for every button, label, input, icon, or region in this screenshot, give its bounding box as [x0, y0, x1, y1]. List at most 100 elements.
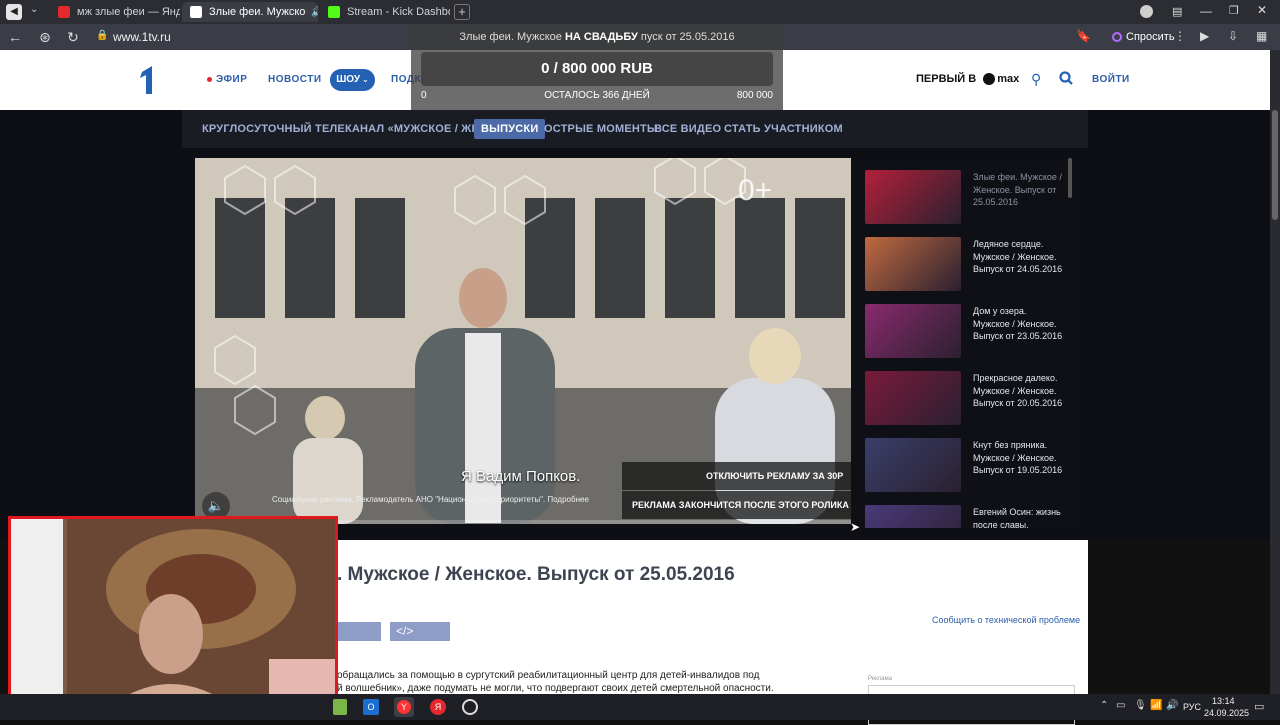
mouse-cursor-icon: ➤: [850, 520, 861, 534]
minimize-button[interactable]: —: [1200, 4, 1212, 18]
ad-ends-notice: РЕКЛАМА ЗАКОНЧИТСЯ ПОСЛЕ ЭТОГО РОЛИКА: [622, 491, 851, 519]
lock-icon: 🔒: [96, 30, 109, 41]
subnav-all-videos[interactable]: ВСЕ ВИДЕО: [654, 123, 721, 135]
episode-title: . Мужское / Женское. Выпуск от 25.05.201…: [337, 564, 735, 585]
show-subnav: КРУГЛОСУТОЧНЫЙ ТЕЛЕКАНАЛ «МУЖСКОЕ / ЖЕНС…: [182, 110, 1088, 148]
playlist-item-title[interactable]: Злые феи. Мужское / Женское. Выпуск от 2…: [973, 171, 1063, 209]
age-rating: 0+: [738, 174, 773, 207]
donation-max: 800 000: [736, 90, 773, 101]
playlist-thumbnail[interactable]: [865, 170, 961, 224]
tray-language[interactable]: РУС: [1183, 702, 1201, 712]
playlist-item-title[interactable]: Евгений Осин: жизнь после славы.: [973, 506, 1063, 528]
reload-icon[interactable]: ↻: [64, 28, 82, 46]
embed-code-button[interactable]: </>: [390, 622, 450, 641]
bookmark-icon[interactable]: 🔖: [1076, 29, 1091, 43]
tray-volume-icon[interactable]: 🔊: [1166, 700, 1178, 711]
first-in-label: ПЕРВЫЙ В: [916, 73, 977, 85]
share-button[interactable]: [337, 622, 381, 641]
tab-label: мж злые феи — Яндекс: н: [77, 6, 180, 18]
donation-goal-overlay: Злые феи. Мужское НА СВАДЬБУ пуск от 25.…: [411, 24, 783, 110]
episode-playlist: Злые феи. Мужское / Женское. Выпуск от 2…: [851, 158, 1076, 528]
menu-shows-button[interactable]: ШОУ ⌄: [330, 69, 375, 91]
search-icon[interactable]: [1059, 71, 1073, 85]
tray-battery-icon[interactable]: ▭: [1116, 700, 1125, 711]
disable-ads-button[interactable]: ОТКЛЮЧИТЬ РЕКЛАМУ ЗА 30Р: [622, 462, 851, 490]
yandex-favicon-icon: [58, 6, 70, 18]
streamer-webcam: [8, 516, 338, 712]
downloads-icon[interactable]: ⇩: [1228, 29, 1238, 43]
profile-avatar[interactable]: [1140, 5, 1153, 18]
tab-kick-dashboard[interactable]: Stream - Kick Dashboard: [320, 2, 450, 22]
more-menu-icon[interactable]: ⋮: [1174, 29, 1186, 43]
subnav-become-participant[interactable]: СТАТЬ УЧАСТНИКОМ: [724, 123, 843, 135]
ask-alice-button[interactable]: Спросить: [1104, 27, 1183, 47]
tabs-menu-chevron-icon[interactable]: ⌄: [30, 4, 38, 15]
ask-label: Спросить: [1126, 31, 1175, 43]
menu-live[interactable]: ЭФИР: [207, 74, 247, 85]
playlist-thumbnail[interactable]: [865, 371, 961, 425]
first-channel-logo-icon[interactable]: [136, 66, 158, 94]
tab-label: Stream - Kick Dashboard: [347, 6, 450, 18]
donation-title-right: пуск от 25.05.2016: [640, 31, 735, 43]
playlist-thumbnail[interactable]: [865, 438, 961, 492]
notifications-icon[interactable]: ▤: [1172, 5, 1186, 19]
page-scrollbar-thumb[interactable]: [1272, 110, 1278, 220]
login-link[interactable]: ВОЙТИ: [1092, 74, 1130, 85]
tray-time[interactable]: 13:14: [1212, 696, 1235, 706]
page-scrollbar[interactable]: [1270, 50, 1280, 694]
chevron-down-icon: ⌄: [362, 75, 369, 84]
ad-disclaimer[interactable]: Социальная реклама. Рекламодатель АНО "Н…: [272, 495, 622, 504]
tray-chevron-up-icon[interactable]: ⌃: [1100, 700, 1108, 711]
donation-progress-bar: 0 / 800 000 RUB: [421, 52, 773, 86]
report-problem-link[interactable]: Сообщить о технической проблеме: [932, 615, 1080, 625]
max-label: max: [997, 73, 1020, 85]
url-field[interactable]: www.1tv.ru: [113, 30, 171, 44]
media-player-icon[interactable]: ▶: [1200, 29, 1209, 43]
menu-shows-label: ШОУ: [336, 74, 361, 85]
taskbar-app-yandex-browser-icon[interactable]: Y: [394, 697, 414, 717]
tray-network-icon[interactable]: 📶: [1150, 700, 1162, 711]
tab-yandex-search[interactable]: мж злые феи — Яндекс: н: [50, 2, 180, 22]
close-window-button[interactable]: ✕: [1257, 3, 1267, 17]
back-arrow-icon[interactable]: ←: [6, 28, 24, 46]
playlist-thumbnail[interactable]: [865, 304, 961, 358]
taskbar-app-outlook-icon[interactable]: O: [363, 699, 379, 715]
donation-title: Злые феи. Мужское НА СВАДЬБУ пуск от 25.…: [411, 31, 783, 43]
playlist-item-title[interactable]: Дом у озера. Мужское / Женское. Выпуск о…: [973, 305, 1063, 343]
playlist-scrollbar[interactable]: [1068, 158, 1072, 198]
location-pin-icon[interactable]: ⚲: [1031, 71, 1041, 88]
tab-sound-icon[interactable]: 🔊: [311, 7, 318, 18]
playlist-thumbnail[interactable]: [865, 505, 961, 528]
tab-label: Злые феи. Мужско: [209, 6, 306, 18]
tab-1tv-active[interactable]: Злые феи. Мужско 🔊 ✕: [182, 2, 318, 22]
article-text-line-2: й волшебник», даже подумать не могли, чт…: [337, 683, 774, 694]
article-text-line-1: обращались за помощью в сургутский реаби…: [337, 670, 760, 681]
tab-audio-icon[interactable]: ◀: [6, 4, 22, 20]
donation-amount: 0 / 800 000 RUB: [541, 60, 653, 77]
taskbar-app-obs-icon[interactable]: [462, 699, 478, 715]
playlist-item-title[interactable]: Ледяное сердце. Мужское / Женское. Выпус…: [973, 238, 1063, 276]
tray-date[interactable]: 24.09.2025: [1204, 708, 1249, 718]
yandex-home-icon[interactable]: ⊛: [36, 28, 54, 46]
playlist-item-title[interactable]: Кнут без пряника. Мужское / Женское. Вып…: [973, 439, 1063, 477]
tray-microphone-icon[interactable]: 🎙: [1134, 700, 1147, 711]
notification-center-icon[interactable]: ▭: [1254, 700, 1264, 713]
menu-news[interactable]: НОВОСТИ: [268, 74, 322, 85]
browser-tab-bar: ◀ ⌄ мж злые феи — Яндекс: н Злые феи. Му…: [0, 0, 1280, 24]
subnav-episodes-active[interactable]: ВЫПУСКИ: [474, 119, 546, 139]
playlist-item-title[interactable]: Прекрасное далеко. Мужское / Женское. Вы…: [973, 372, 1063, 410]
extensions-icon[interactable]: ▦: [1256, 29, 1267, 43]
video-player[interactable]: 0+ Я Вадим Попков. Социальная реклама. Р…: [195, 158, 851, 524]
subnav-hot-moments[interactable]: ОСТРЫЕ МОМЕНТЫ: [544, 123, 658, 135]
alice-icon: [1112, 32, 1122, 42]
maximize-button[interactable]: ❐: [1229, 4, 1239, 17]
taskbar-app-yandex-icon[interactable]: Я: [430, 699, 446, 715]
taskbar-app-explorer-icon[interactable]: [333, 699, 347, 715]
new-tab-button[interactable]: +: [454, 4, 470, 20]
kick-favicon-icon: [328, 6, 340, 18]
playlist-thumbnail[interactable]: [865, 237, 961, 291]
video-subtitle: Я Вадим Попков.: [461, 468, 581, 485]
max-logo-icon: [983, 73, 996, 86]
donation-title-mid: НА СВАДЬБУ: [564, 31, 638, 43]
first-in-max[interactable]: ПЕРВЫЙ В max: [916, 73, 1020, 86]
